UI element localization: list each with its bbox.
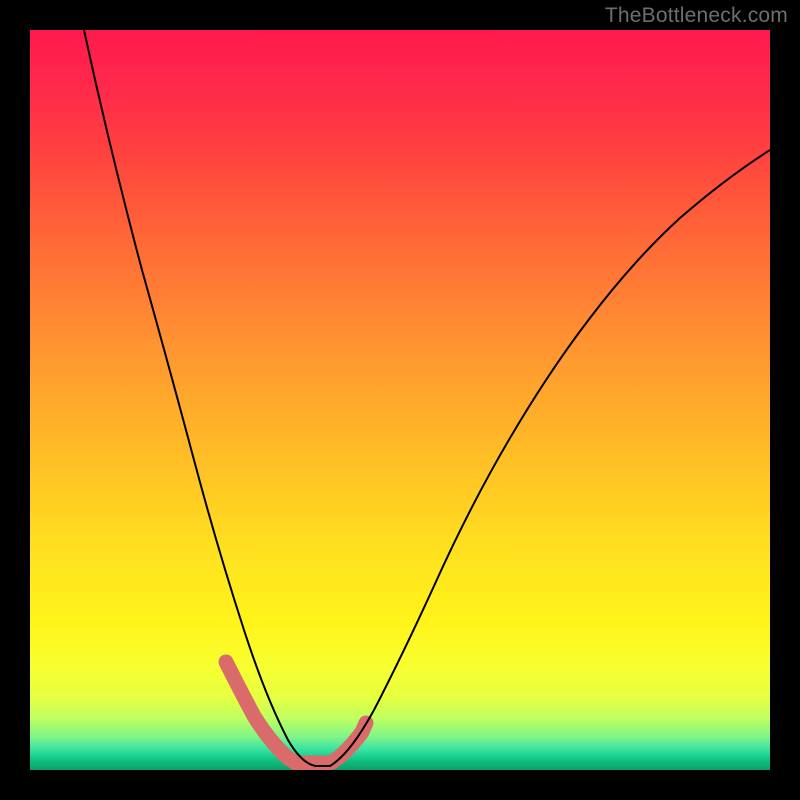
valley-highlight [226,662,366,763]
plot-area [30,30,770,770]
chart-frame: TheBottleneck.com [0,0,800,800]
watermark-text: TheBottleneck.com [605,4,788,28]
bottleneck-curve-line [84,30,770,766]
bottleneck-chart-svg [30,30,770,770]
